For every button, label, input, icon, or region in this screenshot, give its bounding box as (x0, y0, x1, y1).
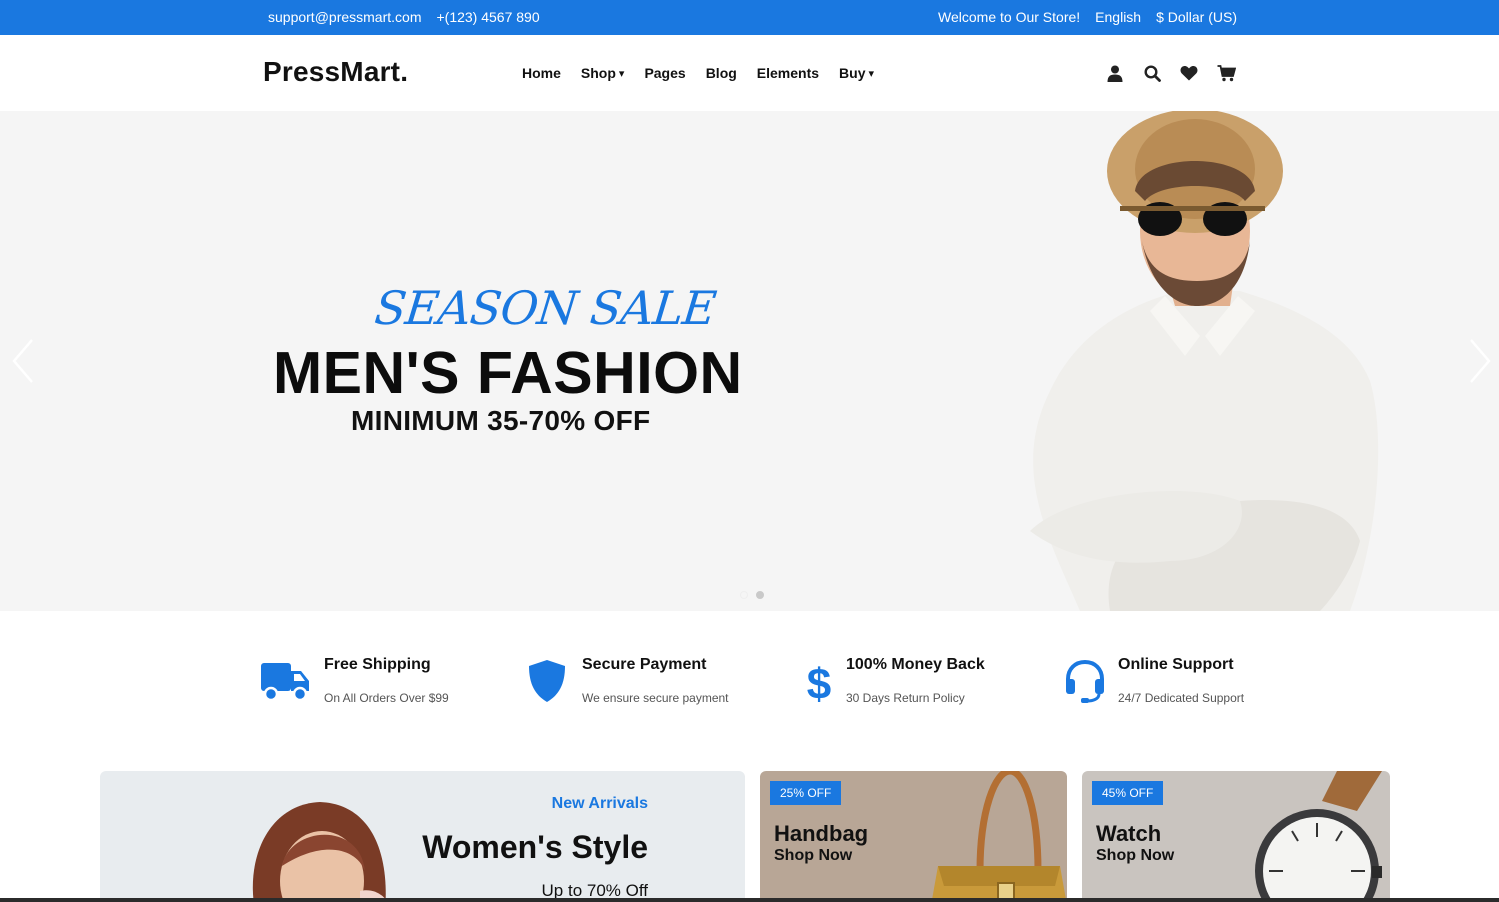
site-header: PressMart. Home Shop ▾ Pages Blog Element… (0, 35, 1499, 111)
feature-title: Free Shipping (324, 656, 431, 673)
promo-card-womens-style[interactable]: New Arrivals Women's Style Up to 70% Off (100, 771, 745, 902)
nav-elements[interactable]: Elements (757, 65, 819, 81)
feature-desc: 30 Days Return Policy (846, 691, 965, 705)
feature-secure-payment: Secure Payment We ensure secure payment (520, 656, 729, 706)
feature-desc: We ensure secure payment (582, 691, 729, 705)
user-icon[interactable] (1105, 63, 1125, 83)
nav-shop[interactable]: Shop ▾ (581, 65, 625, 81)
phone-link[interactable]: +(123) 4567 890 (436, 9, 539, 25)
handbag-image (931, 771, 1067, 902)
truck-icon (258, 656, 312, 706)
feature-title: Secure Payment (582, 656, 707, 673)
language-selector[interactable]: English (1095, 9, 1141, 25)
chevron-down-icon: ▾ (868, 67, 875, 80)
svg-text:$: $ (807, 660, 831, 705)
currency-selector[interactable]: $ Dollar (US) (1156, 9, 1237, 25)
promo-title: Women's Style (422, 829, 648, 865)
nav-home-label: Home (522, 65, 561, 81)
welcome-text: Welcome to Our Store! (938, 9, 1081, 25)
feature-title: 100% Money Back (846, 656, 985, 673)
nav-pages-label: Pages (644, 65, 686, 81)
dollar-icon: $ (792, 656, 846, 706)
nav-pages[interactable]: Pages (644, 65, 685, 81)
discount-badge: 45% OFF (1092, 781, 1164, 805)
promo-title: Handbag (774, 821, 869, 846)
features-strip: Free Shipping On All Orders Over $99 Sec… (0, 611, 1499, 771)
slider-pagination (740, 591, 764, 599)
promo-card-watch[interactable]: 45% OFF Watch Shop Now (1082, 771, 1390, 902)
header-actions (1105, 63, 1236, 83)
feature-online-support: Online Support 24/7 Dedicated Support (1058, 656, 1244, 706)
main-nav: Home Shop ▾ Pages Blog Elements Buy ▾ (522, 65, 894, 81)
nav-buy[interactable]: Buy ▾ (839, 65, 874, 81)
search-icon[interactable] (1142, 63, 1162, 83)
page-bottom-border (0, 898, 1499, 902)
cart-icon[interactable] (1216, 63, 1236, 83)
feature-money-back: $ 100% Money Back 30 Days Return Policy (792, 656, 985, 706)
discount-badge: 25% OFF (770, 781, 842, 805)
feature-desc: On All Orders Over $99 (324, 691, 449, 705)
chevron-down-icon: ▾ (618, 67, 625, 80)
nav-elements-label: Elements (756, 65, 820, 81)
hero-model-image (1030, 111, 1379, 611)
promo-tag: New Arrivals (551, 795, 648, 812)
watch-image (1255, 771, 1382, 902)
support-email-link[interactable]: support@pressmart.com (268, 9, 421, 25)
nav-buy-label: Buy (839, 65, 866, 81)
nav-blog-label: Blog (705, 65, 737, 81)
shop-now-link[interactable]: Shop Now (774, 847, 852, 865)
slider-dot-2[interactable] (756, 591, 764, 599)
women-model-image (252, 802, 388, 902)
site-logo[interactable]: PressMart. (263, 56, 408, 88)
feature-title: Online Support (1118, 656, 1234, 673)
slider-prev-button[interactable] (8, 336, 38, 386)
feature-free-shipping: Free Shipping On All Orders Over $99 (258, 656, 449, 706)
slider-next-button[interactable] (1465, 336, 1495, 386)
hero-script-title: SEASON SALE (372, 281, 719, 335)
hero-subheadline: MINIMUM 35-70% OFF (351, 405, 651, 436)
promo-title: Watch (1096, 821, 1162, 846)
heart-icon[interactable] (1179, 63, 1199, 83)
shield-icon (520, 656, 574, 706)
feature-desc: 24/7 Dedicated Support (1118, 691, 1245, 705)
headset-icon (1058, 656, 1112, 706)
slider-dot-1[interactable] (740, 591, 748, 599)
promo-card-handbag[interactable]: 25% OFF Handbag Shop Now (760, 771, 1067, 902)
nav-blog[interactable]: Blog (706, 65, 737, 81)
shop-now-link[interactable]: Shop Now (1096, 847, 1174, 865)
nav-home[interactable]: Home (522, 65, 561, 81)
top-bar: support@pressmart.com +(123) 4567 890 We… (0, 0, 1499, 35)
hero-slider: SEASON SALE MEN'S FASHION MINIMUM 35-70%… (0, 111, 1499, 611)
nav-shop-label: Shop (580, 65, 616, 81)
hero-headline: MEN'S FASHION (273, 340, 743, 406)
